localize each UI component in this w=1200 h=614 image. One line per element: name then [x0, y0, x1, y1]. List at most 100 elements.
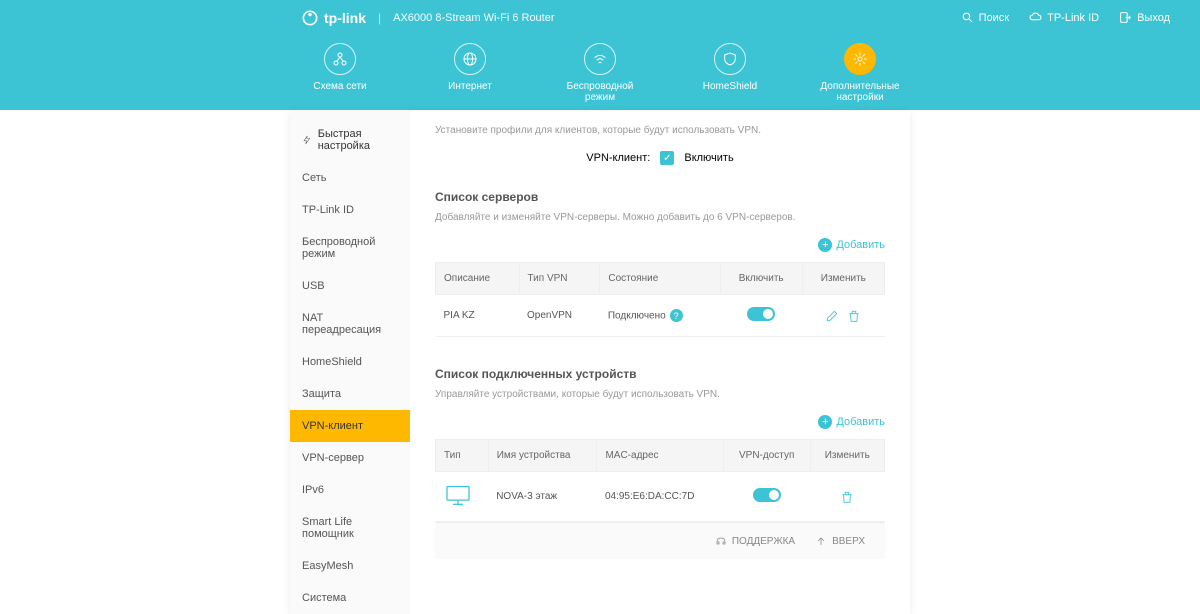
delete-icon[interactable]	[847, 309, 861, 323]
vpn-client-label: VPN-клиент:	[586, 152, 650, 164]
cloud-icon	[1029, 11, 1042, 24]
th-type: Тип VPN	[519, 263, 600, 295]
nav-network-map[interactable]: Схема сети	[300, 43, 380, 110]
sidebar: Быстрая настройка Сеть TP-Link ID Беспро…	[290, 110, 410, 614]
brand-text: tp-link	[324, 10, 366, 26]
logout-icon	[1119, 11, 1132, 24]
logout-link[interactable]: Выход	[1119, 11, 1170, 24]
globe-icon	[462, 51, 478, 67]
network-icon	[332, 51, 348, 67]
brand-logo: tp-link	[300, 8, 366, 28]
sidebar-item-label: EasyMesh	[302, 560, 353, 572]
search-label: Поиск	[979, 12, 1009, 24]
servers-title: Список серверов	[435, 190, 885, 204]
gear-icon	[852, 51, 868, 67]
sidebar-item-label: Беспроводной режим	[302, 236, 398, 260]
sidebar-item-label: Сеть	[302, 172, 326, 184]
footer: ПОДДЕРЖКА ВВЕРХ	[435, 522, 885, 559]
delete-icon[interactable]	[840, 490, 854, 504]
sidebar-item-label: IPv6	[302, 484, 324, 496]
main-container: Быстрая настройка Сеть TP-Link ID Беспро…	[290, 110, 910, 614]
wifi-icon	[592, 51, 608, 67]
devices-desc: Управляйте устройствами, которые будут и…	[435, 389, 885, 400]
model-text: AX6000 8-Stream Wi-Fi 6 Router	[393, 12, 554, 24]
sidebar-item-label: TP-Link ID	[302, 204, 354, 216]
sidebar-item-label: HomeShield	[302, 356, 362, 368]
tplinkid-link[interactable]: TP-Link ID	[1029, 11, 1099, 24]
devices-title: Список подключенных устройств	[435, 367, 885, 381]
nav-homeshield[interactable]: HomeShield	[690, 43, 770, 110]
th-desc: Описание	[436, 263, 520, 295]
device-name: NOVA-3 этаж	[488, 472, 597, 522]
sidebar-security[interactable]: Защита	[290, 378, 410, 410]
device-mac: 04:95:E6:DA:CC:7D	[597, 472, 723, 522]
sidebar-vpn-server[interactable]: VPN-сервер	[290, 442, 410, 474]
servers-desc: Добавляйте и изменяйте VPN-серверы. Можн…	[435, 212, 885, 223]
logo-area: tp-link | AX6000 8-Stream Wi-Fi 6 Router	[300, 8, 555, 28]
plus-icon: +	[818, 238, 832, 252]
sidebar-item-label: USB	[302, 280, 325, 292]
sidebar-wireless[interactable]: Беспроводной режим	[290, 226, 410, 270]
intro-text: Установите профили для клиентов, которые…	[435, 125, 885, 136]
th-edit: Изменить	[810, 440, 884, 472]
enable-label: Включить	[684, 152, 733, 164]
enable-checkbox[interactable]: ✓	[660, 151, 674, 165]
th-name: Имя устройства	[488, 440, 597, 472]
sidebar-quick-setup[interactable]: Быстрая настройка	[290, 118, 410, 162]
top-bar: tp-link | AX6000 8-Stream Wi-Fi 6 Router…	[0, 0, 1200, 35]
sidebar-system[interactable]: Система	[290, 582, 410, 614]
sidebar-nat[interactable]: NAT переадресация	[290, 302, 410, 346]
search-icon	[961, 11, 974, 24]
sidebar-item-label: Быстрая настройка	[318, 128, 398, 152]
add-device-link[interactable]: + Добавить	[435, 415, 885, 429]
th-status: Состояние	[600, 263, 720, 295]
nav-label: Беспроводной режим	[560, 81, 640, 103]
server-toggle[interactable]	[747, 307, 775, 321]
content-area: Установите профили для клиентов, которые…	[410, 110, 910, 614]
add-device-label: Добавить	[836, 416, 885, 428]
sidebar-tplinkid[interactable]: TP-Link ID	[290, 194, 410, 226]
sidebar-vpn-client[interactable]: VPN-клиент	[290, 410, 410, 442]
sidebar-homeshield[interactable]: HomeShield	[290, 346, 410, 378]
tplink-logo-icon	[300, 8, 320, 28]
sidebar-item-label: Система	[302, 592, 346, 604]
headset-icon	[715, 535, 727, 547]
nav-bar: Схема сети Интернет Беспроводной режим H…	[0, 35, 1200, 110]
server-type: OpenVPN	[519, 295, 600, 337]
sidebar-network[interactable]: Сеть	[290, 162, 410, 194]
server-desc: PIA KZ	[436, 295, 520, 337]
edit-icon[interactable]	[825, 309, 839, 323]
tplinkid-label: TP-Link ID	[1047, 12, 1099, 24]
top-right-menu: Поиск TP-Link ID Выход	[961, 11, 1170, 24]
sidebar-ipv6[interactable]: IPv6	[290, 474, 410, 506]
support-label: ПОДДЕРЖКА	[732, 536, 795, 547]
device-toggle[interactable]	[753, 488, 781, 502]
th-type: Тип	[436, 440, 489, 472]
shield-icon	[722, 51, 738, 67]
server-status: Подключено	[608, 311, 666, 322]
sidebar-easymesh[interactable]: EasyMesh	[290, 550, 410, 582]
sidebar-usb[interactable]: USB	[290, 270, 410, 302]
up-label: ВВЕРХ	[832, 536, 865, 547]
servers-table: Описание Тип VPN Состояние Включить Изме…	[435, 262, 885, 337]
sidebar-item-label: Smart Life помощник	[302, 516, 398, 540]
nav-label: HomeShield	[703, 81, 757, 92]
server-row: PIA KZ OpenVPN Подключено?	[436, 295, 885, 337]
nav-internet[interactable]: Интернет	[430, 43, 510, 110]
nav-advanced[interactable]: Дополнительные настройки	[820, 43, 900, 110]
sidebar-item-label: NAT переадресация	[302, 312, 398, 336]
add-server-label: Добавить	[836, 239, 885, 251]
logout-label: Выход	[1137, 12, 1170, 24]
up-link[interactable]: ВВЕРХ	[815, 535, 865, 547]
th-mac: MAC-адрес	[597, 440, 723, 472]
devices-table: Тип Имя устройства MAC-адрес VPN-доступ …	[435, 439, 885, 522]
divider: |	[378, 11, 381, 25]
search-link[interactable]: Поиск	[961, 11, 1009, 24]
sidebar-smartlife[interactable]: Smart Life помощник	[290, 506, 410, 550]
nav-label: Дополнительные настройки	[820, 81, 900, 103]
support-link[interactable]: ПОДДЕРЖКА	[715, 535, 795, 547]
help-icon[interactable]: ?	[670, 309, 683, 322]
nav-wireless[interactable]: Беспроводной режим	[560, 43, 640, 110]
add-server-link[interactable]: + Добавить	[435, 238, 885, 252]
th-enable: Включить	[720, 263, 802, 295]
